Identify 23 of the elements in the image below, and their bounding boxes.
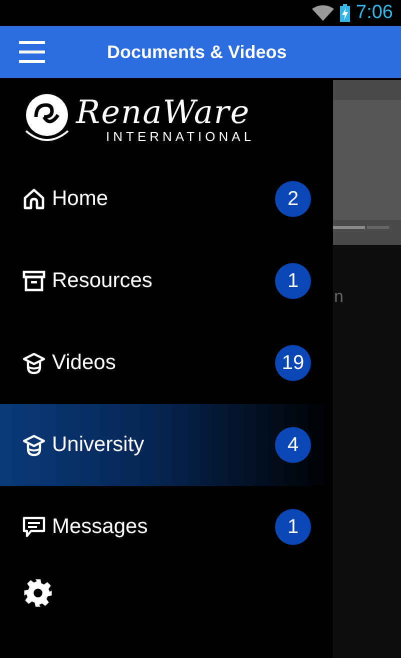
- count-badge: 4: [275, 427, 311, 463]
- count-badge: 1: [275, 263, 311, 299]
- battery-icon: [340, 4, 350, 22]
- status-time: 7:06: [356, 2, 393, 24]
- settings-button[interactable]: [23, 578, 53, 608]
- partial-text: n: [334, 287, 344, 307]
- count-badge: 2: [275, 181, 311, 217]
- count-badge: 1: [275, 509, 311, 545]
- drawer-item[interactable]: Home 2: [0, 158, 333, 240]
- graduation-cap-icon: [22, 351, 46, 375]
- screen-title: Documents & Videos: [107, 42, 287, 62]
- drawer-item[interactable]: Resources 1: [0, 240, 333, 322]
- wifi-icon: [312, 4, 334, 22]
- drawer-item[interactable]: Messages 1: [0, 486, 333, 568]
- logo-wordmark: RenaWare: [76, 94, 250, 128]
- logo-subtitle: INTERNATIONAL: [106, 128, 255, 144]
- graduation-cap-icon: [22, 433, 46, 457]
- chat-bubble-icon: [22, 515, 46, 539]
- menu-button[interactable]: [19, 41, 45, 63]
- house-icon: [22, 187, 46, 211]
- archive-box-icon: [22, 269, 46, 293]
- count-badge: 19: [275, 345, 311, 381]
- drawer-item[interactable]: Videos 19: [0, 322, 333, 404]
